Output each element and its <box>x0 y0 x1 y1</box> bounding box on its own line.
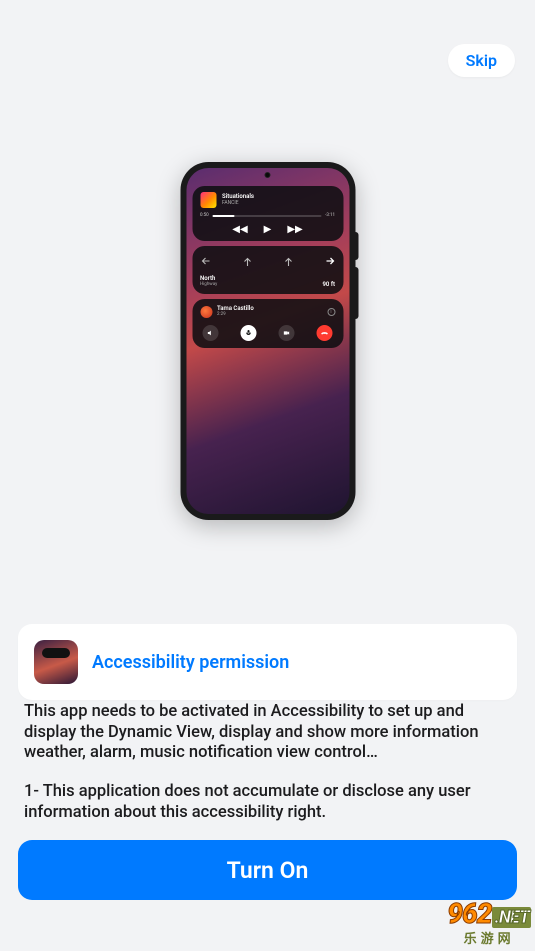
app-icon <box>34 640 78 684</box>
navigation-card: North Highway 90 ft <box>192 246 343 294</box>
preview-cards: Situationals FANCIE 0:50 -3:11 ◀◀ ▶ ▶▶ <box>192 186 343 348</box>
music-card: Situationals FANCIE 0:50 -3:11 ◀◀ ▶ ▶▶ <box>192 186 343 241</box>
music-elapsed: 0:50 <box>200 213 209 218</box>
nav-distance: 90 ft <box>323 281 336 288</box>
permission-card: Accessibility permission <box>18 624 517 700</box>
permission-body-1: This app needs to be activated in Access… <box>24 702 513 764</box>
music-track-slider <box>213 215 321 217</box>
hangup-icon <box>317 325 333 341</box>
music-artist: FANCIE <box>222 201 254 206</box>
turn-on-button[interactable]: Turn On <box>18 840 517 900</box>
permission-title: Accessibility permission <box>92 652 289 673</box>
arrow-up-icon <box>241 253 253 272</box>
caller-name: Tama Castillo <box>217 306 254 312</box>
watermark-cn: 乐游网 <box>464 928 515 947</box>
mic-icon <box>240 325 256 341</box>
arrow-up-icon <box>282 253 294 272</box>
album-art <box>200 192 216 208</box>
forward-icon: ▶▶ <box>287 224 302 235</box>
video-icon <box>279 325 295 341</box>
rewind-icon: ◀◀ <box>232 224 247 235</box>
phone-preview: Situationals FANCIE 0:50 -3:11 ◀◀ ▶ ▶▶ <box>180 162 355 520</box>
play-icon: ▶ <box>264 224 272 235</box>
turn-back-icon <box>200 253 212 272</box>
nav-road: Highway <box>200 283 217 288</box>
speaker-icon <box>202 325 218 341</box>
skip-button[interactable]: Skip <box>448 44 515 77</box>
permission-description: This app needs to be activated in Access… <box>24 702 513 841</box>
call-duration: 2:29 <box>217 313 254 318</box>
camera-hole <box>265 172 271 178</box>
info-icon: i <box>327 308 335 316</box>
phone-screen: Situationals FANCIE 0:50 -3:11 ◀◀ ▶ ▶▶ <box>186 168 349 514</box>
watermark-tld: .NET <box>492 907 531 928</box>
phone-frame: Situationals FANCIE 0:50 -3:11 ◀◀ ▶ ▶▶ <box>180 162 355 520</box>
music-remaining: -3:11 <box>325 213 335 218</box>
caller-avatar <box>200 306 212 318</box>
watermark-site: 962 <box>447 897 491 930</box>
watermark: 962 .NET 乐游网 <box>447 897 531 947</box>
turn-right-icon <box>323 253 335 272</box>
call-card: Tama Castillo 2:29 i <box>192 299 343 348</box>
permission-body-2: 1- This application does not accumulate … <box>24 782 513 823</box>
